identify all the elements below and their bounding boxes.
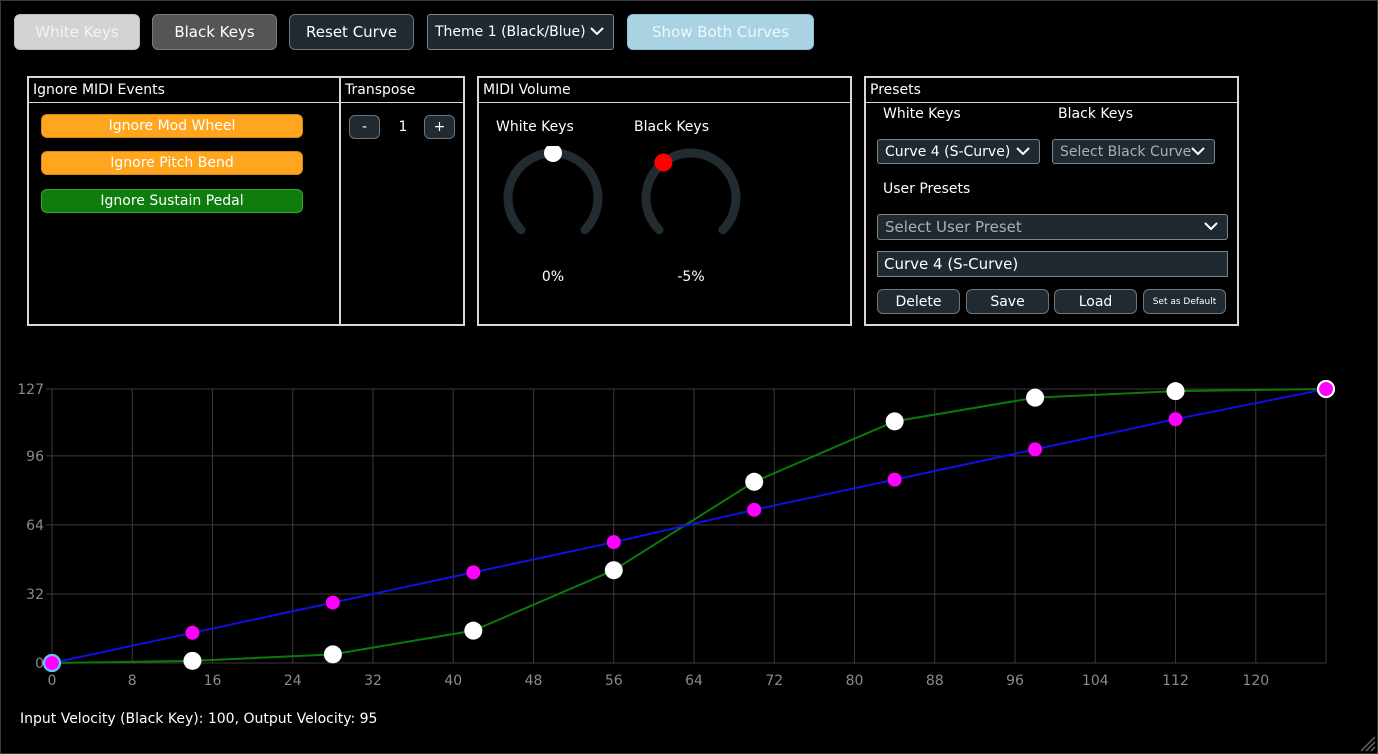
curve-point[interactable] <box>325 595 340 610</box>
x-tick-label: 16 <box>204 673 222 689</box>
save-preset-button[interactable]: Save <box>966 289 1049 314</box>
reset-curve-button[interactable]: Reset Curve <box>289 14 414 50</box>
knob-track <box>503 148 603 235</box>
presets-title: Presets <box>870 82 921 98</box>
chevron-down-icon <box>1191 146 1205 155</box>
panel-divider <box>866 102 1237 103</box>
x-tick-label: 40 <box>444 673 462 689</box>
white-keys-volume-label: White Keys <box>496 119 574 135</box>
black-curve-select-placeholder: Select Black Curve <box>1060 143 1192 160</box>
x-tick-label: 48 <box>525 673 543 689</box>
curve-point[interactable] <box>1026 388 1045 407</box>
curve-point[interactable] <box>45 656 59 670</box>
resize-grip-icon[interactable] <box>1356 732 1376 752</box>
user-preset-placeholder: Select User Preset <box>885 218 1022 236</box>
x-tick-label: 0 <box>48 673 57 689</box>
curve-point[interactable] <box>745 472 764 491</box>
midi-volume-title: MIDI Volume <box>483 82 571 98</box>
y-tick-label: 96 <box>26 449 44 465</box>
curve-point[interactable] <box>1028 442 1043 457</box>
curve-point[interactable] <box>604 561 623 580</box>
preset-black-keys-label: Black Keys <box>1058 106 1134 122</box>
ignore-mod-wheel-toggle[interactable]: Ignore Mod Wheel <box>41 114 303 138</box>
presets-panel: Presets White Keys Black Keys Curve 4 (S… <box>864 76 1239 326</box>
white-keys-button[interactable]: White Keys <box>14 14 140 50</box>
transpose-panel: Transpose - 1 + <box>339 76 465 326</box>
preset-name-input[interactable]: Curve 4 (S-Curve) <box>877 251 1228 277</box>
white-curve-select-value: Curve 4 (S-Curve) <box>885 143 1011 160</box>
curve-point[interactable] <box>885 412 904 431</box>
x-tick-label: 8 <box>128 673 137 689</box>
x-tick-label: 80 <box>846 673 864 689</box>
knob-handle[interactable] <box>544 146 562 162</box>
theme-select-value: Theme 1 (Black/Blue) <box>435 24 586 40</box>
curve-point[interactable] <box>1168 412 1183 427</box>
chevron-down-icon <box>1016 146 1030 155</box>
panel-divider <box>341 102 463 103</box>
delete-preset-button[interactable]: Delete <box>877 289 960 314</box>
black-volume-value: -5% <box>677 269 705 285</box>
ignore-sustain-pedal-toggle[interactable]: Ignore Sustain Pedal <box>41 189 303 213</box>
chevron-down-icon <box>590 27 604 35</box>
x-tick-label: 56 <box>605 673 623 689</box>
knob-handle[interactable] <box>654 153 673 172</box>
curve-point[interactable] <box>464 621 483 640</box>
curve-point[interactable] <box>887 472 902 487</box>
black-volume-knob[interactable] <box>635 146 747 250</box>
velocity-status: Input Velocity (Black Key): 100, Output … <box>20 711 378 727</box>
curve-point[interactable] <box>466 565 481 580</box>
transpose-minus-button[interactable]: - <box>349 115 380 139</box>
chevron-down-icon <box>1204 222 1218 230</box>
curve-point[interactable] <box>606 535 621 550</box>
y-tick-label: 127 <box>17 382 44 398</box>
y-tick-label: 0 <box>35 656 44 672</box>
x-tick-label: 72 <box>765 673 783 689</box>
curve-point[interactable] <box>185 625 200 640</box>
curve-line <box>51 388 1327 664</box>
preset-white-keys-label: White Keys <box>883 106 961 122</box>
panel-divider <box>479 102 850 103</box>
ignore-midi-title: Ignore MIDI Events <box>33 82 165 98</box>
transpose-plus-button[interactable]: + <box>424 115 455 139</box>
black-keys-volume-label: Black Keys <box>634 119 710 135</box>
curve-point[interactable] <box>747 502 762 517</box>
x-tick-label: 112 <box>1162 673 1189 689</box>
panel-divider <box>29 102 339 103</box>
curve-point[interactable] <box>1166 382 1185 401</box>
user-preset-select[interactable]: Select User Preset <box>877 214 1228 240</box>
load-preset-button[interactable]: Load <box>1054 289 1137 314</box>
ignore-midi-panel: Ignore MIDI Events Ignore Mod Wheel Igno… <box>27 76 341 326</box>
white-volume-knob[interactable] <box>497 146 609 250</box>
x-tick-label: 24 <box>284 673 302 689</box>
x-tick-label: 96 <box>1006 673 1024 689</box>
velocity-curve-chart[interactable]: 0 8 16 24 32 40 48 56 64 72 80 88 96 104 112 120 0 32 64 96… <box>0 370 1378 700</box>
set-default-button[interactable]: Set as Default <box>1143 289 1226 314</box>
theme-select[interactable]: Theme 1 (Black/Blue) <box>427 14 614 50</box>
white-curve-select[interactable]: Curve 4 (S-Curve) <box>877 139 1040 164</box>
white-volume-value: 0% <box>541 269 565 285</box>
transpose-value: 1 <box>398 119 408 135</box>
black-curve-select[interactable]: Select Black Curve <box>1052 139 1215 164</box>
ignore-pitch-bend-toggle[interactable]: Ignore Pitch Bend <box>41 151 303 175</box>
x-tick-label: 64 <box>685 673 703 689</box>
curve-point[interactable] <box>1319 382 1333 396</box>
x-tick-label: 104 <box>1082 673 1109 689</box>
y-tick-label: 64 <box>26 518 44 534</box>
curve-point[interactable] <box>183 651 202 670</box>
y-tick-label: 32 <box>26 587 44 603</box>
chart-lines <box>51 388 1327 664</box>
x-tick-label: 120 <box>1242 673 1269 689</box>
x-tick-label: 32 <box>364 673 382 689</box>
show-both-curves-button[interactable]: Show Both Curves <box>627 14 814 50</box>
transpose-title: Transpose <box>345 82 416 98</box>
chart-points[interactable] <box>43 380 1335 672</box>
x-tick-label: 88 <box>926 673 944 689</box>
black-keys-button[interactable]: Black Keys <box>152 14 277 50</box>
curve-point[interactable] <box>323 645 342 664</box>
midi-volume-panel: MIDI Volume White Keys Black Keys 0% -5% <box>477 76 852 326</box>
user-presets-label: User Presets <box>883 181 971 197</box>
